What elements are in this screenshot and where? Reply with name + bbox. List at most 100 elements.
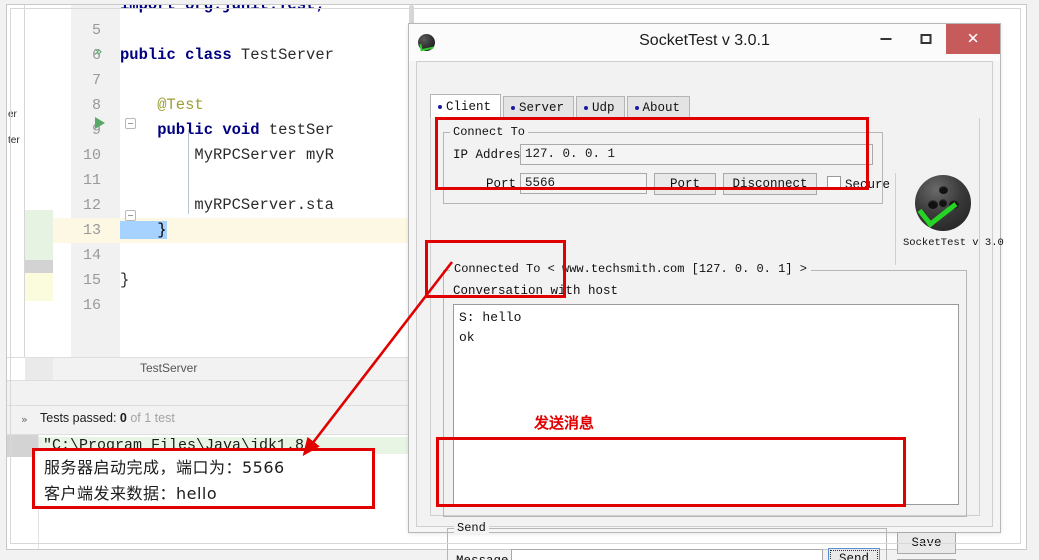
tab-about[interactable]: About: [626, 96, 691, 118]
port-button[interactable]: Port: [654, 173, 716, 195]
code-token: }: [120, 221, 167, 239]
tree-item[interactable]: ter: [8, 135, 20, 146]
connect-to-group: Connect To IP Address 127. 0. 0. 1 Port …: [443, 125, 890, 204]
tests-passed-status: Tests passed: 0 of 1 test: [40, 411, 175, 425]
code-line[interactable]: myRPCServer.sta: [120, 193, 334, 218]
client-tab-panel: Connect To IP Address 127. 0. 0. 1 Port …: [430, 118, 1004, 560]
logo-caption: SocketTest v 3.0: [903, 237, 1004, 249]
code-token: myRPCServer.sta: [120, 196, 334, 214]
maximize-icon: [920, 34, 932, 44]
connected-ip: [127. 0. 0. 1]: [691, 262, 793, 276]
code-fold-icon[interactable]: [125, 118, 136, 129]
code-line[interactable]: import org.junit.Test;: [120, 5, 325, 18]
send-group: Send Message Send: [447, 521, 887, 560]
minimize-button[interactable]: [866, 24, 906, 54]
breadcrumb[interactable]: TestServer: [140, 361, 197, 375]
close-button[interactable]: ✕: [946, 24, 1000, 54]
ip-address-label: IP Address: [453, 148, 529, 162]
sockettest-titlebar[interactable]: SocketTest v 3.0.1 ✕: [409, 24, 1000, 61]
disconnect-button[interactable]: Disconnect: [723, 173, 817, 195]
tab-bar[interactable]: Client Server Udp About: [430, 94, 692, 118]
tab-label: About: [642, 101, 681, 115]
ip-address-input[interactable]: 127. 0. 0. 1: [520, 144, 873, 165]
sockettest-logo: SocketTest v 3.0: [903, 175, 1004, 261]
test-status-bar: » Tests passed: 0 of 1 test: [7, 406, 415, 434]
conversation-label: Conversation with host: [453, 284, 619, 298]
conversation-message: S: hello: [459, 310, 522, 325]
editor-gutter[interactable]: [53, 5, 120, 377]
maximize-button[interactable]: [906, 24, 946, 54]
secure-label: Secure: [845, 178, 891, 192]
tab-client[interactable]: Client: [430, 94, 502, 118]
code-token: testSer: [268, 121, 334, 139]
green-check-icon: [917, 190, 958, 228]
code-token: public class: [120, 46, 241, 64]
minimize-icon: [880, 38, 892, 40]
code-token: public void: [120, 121, 269, 139]
bullet-icon: [584, 105, 589, 110]
code-token: TestServer: [240, 46, 334, 64]
left-chevron-icon: <: [547, 262, 555, 276]
code-token: @Test: [120, 96, 204, 114]
connect-to-title: Connect To: [450, 125, 529, 139]
console-line-server-started: 服务器启动完成，端口为：5566: [43, 464, 284, 483]
message-label: Message: [456, 554, 509, 560]
tab-server[interactable]: Server: [503, 96, 575, 118]
code-fold-icon[interactable]: [125, 210, 136, 221]
tree-item[interactable]: er: [8, 109, 17, 120]
run-toolbar: [7, 380, 415, 406]
port-input[interactable]: 5566: [520, 173, 647, 194]
conversation-message: ok: [459, 330, 475, 345]
code-line[interactable]: }: [120, 218, 167, 243]
code-line[interactable]: public class TestServer: [120, 43, 334, 68]
project-tree-sidebar[interactable]: er ter: [7, 5, 25, 377]
connected-host: www.techsmith.com: [562, 262, 685, 276]
sockettest-window[interactable]: SocketTest v 3.0.1 ✕ Client Server Udp A…: [408, 23, 1004, 560]
console-gutter: [7, 435, 39, 549]
sockettest-body: Client Server Udp About Connect To IP Ad…: [416, 61, 1004, 560]
run-all-icon[interactable]: »: [94, 45, 103, 59]
run-test-icon[interactable]: [95, 117, 105, 129]
console-line-command: "C:\Program Files\Java\jdk1.8.: [39, 437, 415, 454]
breadcrumb-bar: TestServer: [7, 357, 415, 380]
expand-chevron-icon[interactable]: »: [21, 413, 28, 426]
code-line[interactable]: public void testSer: [120, 118, 334, 143]
socket-outlet-icon: [915, 175, 971, 231]
send-group-title: Send: [454, 521, 489, 535]
code-line[interactable]: MyRPCServer myR: [120, 143, 334, 168]
tests-passed-suffix: of 1 test: [130, 411, 175, 425]
bullet-icon: [511, 105, 516, 110]
tab-label: Udp: [592, 101, 615, 115]
message-input[interactable]: [511, 549, 823, 560]
connected-to-title: Connected To < www.techsmith.com [127. 0…: [450, 262, 811, 276]
annotation-send-note: 发送消息: [534, 414, 595, 432]
bullet-icon: [438, 104, 442, 109]
marker-warning: [25, 273, 53, 301]
console-output-pane[interactable]: "C:\Program Files\Java\jdk1.8. 服务器启动完成，端…: [7, 434, 415, 549]
code-token: }: [120, 271, 130, 289]
send-button[interactable]: Send: [828, 548, 880, 560]
console-line-client-data: 客户端发来数据：hello: [43, 489, 217, 508]
code-line[interactable]: @Test: [120, 93, 204, 118]
logo-divider: [895, 173, 896, 265]
right-chevron-icon: >: [799, 262, 807, 276]
code-fold-line: [188, 129, 189, 214]
tab-udp[interactable]: Udp: [576, 96, 625, 118]
code-token: import org.junit.Test;: [120, 5, 325, 14]
tab-label: Server: [519, 101, 565, 115]
conversation-textarea[interactable]: S: hello ok: [453, 304, 959, 505]
screenshot-root: er ter 5 6 7 8 9 10 11 12 13 14 15 16 import org.ju…: [0, 0, 1039, 560]
close-icon: ✕: [966, 29, 980, 48]
port-label: Port: [486, 177, 517, 191]
connected-to-group: Connected To < www.techsmith.com [127. 0…: [443, 262, 967, 517]
tests-passed-label: Tests passed:: [40, 411, 117, 425]
code-token: MyRPCServer myR: [120, 146, 334, 164]
save-button[interactable]: Save: [897, 532, 956, 554]
code-line[interactable]: }: [120, 268, 129, 293]
code-text-layer: import org.junit.Test; public class TestS…: [120, 5, 415, 377]
connected-to-prefix: Connected To: [454, 262, 541, 276]
tests-passed-count: 0: [119, 411, 127, 425]
change-marker-strip: [25, 5, 53, 377]
tab-label: Client: [446, 100, 492, 114]
secure-checkbox[interactable]: [827, 176, 841, 190]
